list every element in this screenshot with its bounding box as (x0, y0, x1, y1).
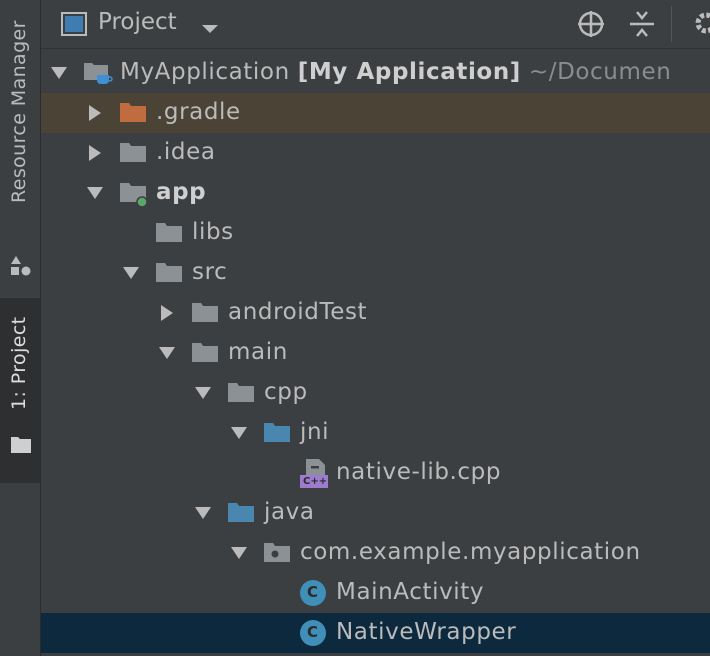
tree-label-libs: libs (192, 219, 234, 245)
folder-icon (155, 260, 183, 290)
tab-resource-manager-label: Resource Manager (8, 20, 30, 203)
tree-row-gradle[interactable]: .gradle (41, 93, 710, 133)
folder-blue-icon (263, 420, 291, 450)
project-name: MyApplication [My Application] ~/Documen (120, 59, 671, 85)
tool-window-strip: Resource Manager 1: Project (0, 0, 41, 656)
collapse-all-icon[interactable] (629, 10, 655, 42)
project-path: ~/Documen (528, 59, 672, 85)
tree-label-package: com.example.myapplication (300, 539, 641, 565)
tree-row-nativewrapper[interactable]: C NativeWrapper (41, 613, 710, 653)
project-module-icon (83, 60, 113, 92)
tree-label-app: app (156, 179, 207, 205)
expand-arrow-icon[interactable] (193, 503, 213, 523)
tab-project-label: 1: Project (8, 316, 30, 410)
resource-manager-icon (10, 255, 32, 281)
expand-arrow-icon[interactable] (229, 543, 249, 563)
tree-row-package[interactable]: com.example.myapplication (41, 533, 710, 573)
expand-arrow-icon[interactable] (157, 343, 177, 363)
tree-row-idea[interactable]: .idea (41, 133, 710, 173)
tree-label-mainactivity: MainActivity (336, 579, 485, 605)
folder-blue-icon (227, 500, 255, 530)
tree-row-libs[interactable]: libs (41, 213, 710, 253)
module-folder-icon (119, 180, 149, 214)
tree-label-native-lib-cpp: native-lib.cpp (336, 459, 502, 485)
tree-row-src[interactable]: src (41, 253, 710, 293)
tree-label-nativewrapper: NativeWrapper (336, 619, 517, 645)
tree-row-mainactivity[interactable]: C MainActivity (41, 573, 710, 613)
tree-row-main[interactable]: main (41, 333, 710, 373)
dropdown-arrow-icon[interactable] (201, 19, 219, 38)
project-module-name: [My Application] (297, 59, 521, 85)
project-view-icon (61, 12, 87, 40)
collapsed-arrow-icon[interactable] (85, 103, 105, 123)
view-selector-label[interactable]: Project (98, 9, 177, 35)
tree-label-gradle: .gradle (156, 99, 241, 125)
project-header: Project (41, 0, 710, 49)
class-badge-letter: C (307, 623, 319, 641)
folder-icon (191, 300, 219, 330)
expand-arrow-icon[interactable] (85, 183, 105, 203)
tree-row-jni[interactable]: jni (41, 413, 710, 453)
header-divider (671, 6, 672, 42)
folder-orange-icon (119, 100, 147, 130)
tree-label-java: java (264, 499, 315, 525)
tree-row-app[interactable]: app (41, 173, 710, 213)
tree-label-idea: .idea (156, 139, 216, 165)
gear-icon[interactable] (691, 8, 710, 42)
expand-arrow-icon[interactable] (121, 263, 141, 283)
tree-row-myapplication[interactable]: MyApplication [My Application] ~/Documen (41, 53, 710, 93)
expand-arrow-icon[interactable] (193, 383, 213, 403)
project-name-text: MyApplication (120, 59, 290, 85)
class-badge-letter: C (307, 583, 319, 601)
tree-label-main: main (228, 339, 288, 365)
tree-label-androidtest: androidTest (228, 299, 368, 325)
folder-icon (227, 380, 255, 410)
tree-row-java[interactable]: java (41, 493, 710, 533)
tree-row-cpp[interactable]: cpp (41, 373, 710, 413)
collapsed-arrow-icon[interactable] (85, 143, 105, 163)
folder-icon (155, 220, 183, 250)
tree-label-cpp: cpp (264, 379, 308, 405)
tree-label-jni: jni (300, 419, 330, 445)
tree-row-native-lib-cpp[interactable]: C++ native-lib.cpp (41, 453, 710, 493)
tree-row-androidtest[interactable]: androidTest (41, 293, 710, 333)
tab-project[interactable]: 1: Project (0, 298, 40, 483)
folder-icon (119, 140, 147, 170)
locate-icon[interactable] (576, 9, 606, 43)
package-icon (263, 540, 291, 570)
expand-arrow-icon[interactable] (229, 423, 249, 443)
folder-icon (191, 340, 219, 370)
expand-arrow-icon[interactable] (49, 63, 69, 83)
cpp-badge-text: C++ (303, 476, 328, 487)
collapsed-arrow-icon[interactable] (157, 303, 177, 323)
tab-resource-manager[interactable]: Resource Manager (0, 10, 40, 276)
project-tree: MyApplication [My Application] ~/Documen… (41, 53, 710, 653)
project-folder-icon (10, 434, 32, 458)
tree-label-src: src (192, 259, 228, 285)
